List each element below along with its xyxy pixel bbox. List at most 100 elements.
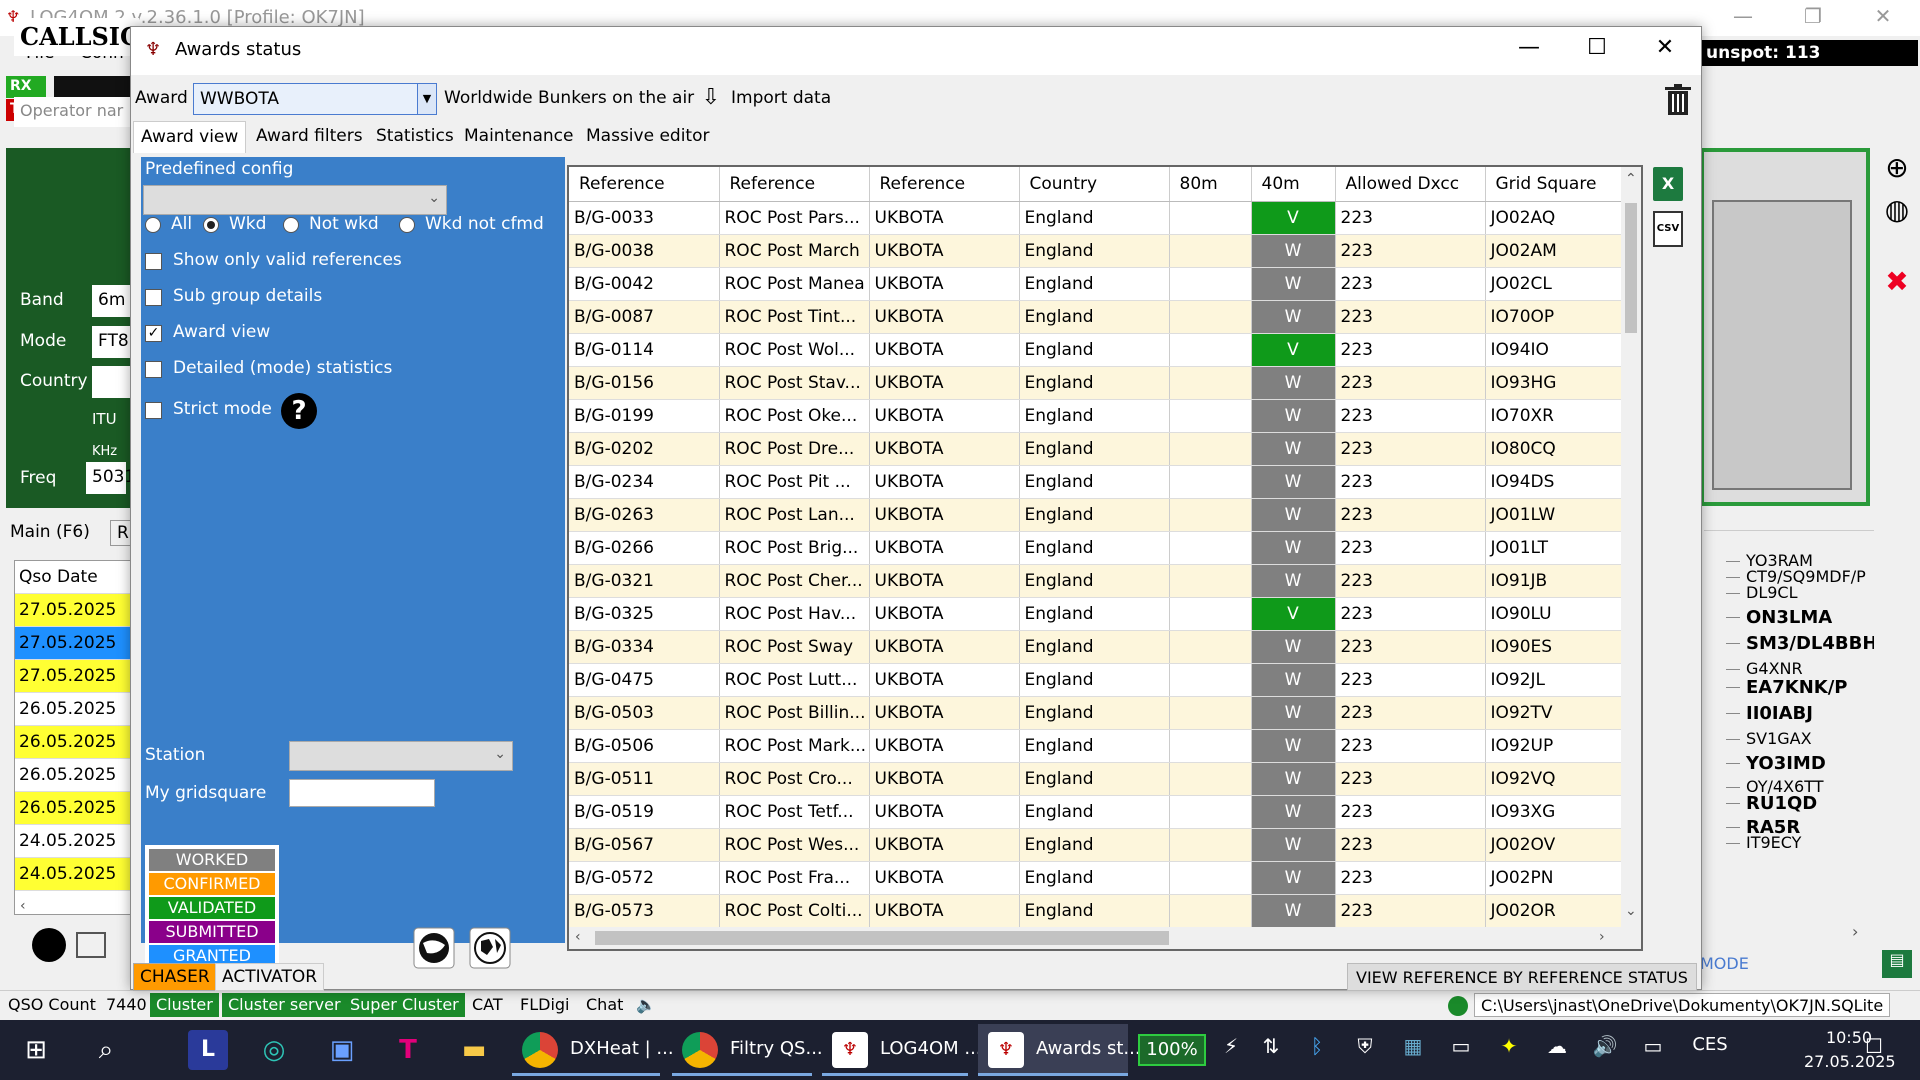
- status-cell-40m[interactable]: W: [1251, 300, 1336, 334]
- table-cell[interactable]: B/G-0033: [569, 201, 720, 235]
- dialog-close-icon[interactable]: ✕: [1645, 35, 1685, 60]
- calculator-icon[interactable]: ▤: [1882, 950, 1912, 978]
- qso-date-header[interactable]: Qso Date: [15, 561, 131, 594]
- globe-icon[interactable]: ◍: [1878, 191, 1916, 229]
- qso-row[interactable]: 26.05.2025: [15, 726, 131, 759]
- table-cell[interactable]: [1169, 498, 1252, 532]
- table-cell[interactable]: England: [1019, 531, 1170, 565]
- table-cell[interactable]: B/G-0511: [569, 762, 720, 796]
- table-cell[interactable]: England: [1019, 696, 1170, 730]
- table-cell[interactable]: IO91JB: [1485, 564, 1622, 598]
- table-cell[interactable]: England: [1019, 828, 1170, 862]
- launcher-l-icon[interactable]: L: [188, 1030, 228, 1070]
- stop-icon[interactable]: ✖: [1878, 263, 1916, 301]
- table-cell[interactable]: UKBOTA: [869, 399, 1020, 433]
- table-cell[interactable]: 223: [1335, 234, 1486, 268]
- table-cell[interactable]: UKBOTA: [869, 597, 1020, 631]
- table-cell[interactable]: 223: [1335, 597, 1486, 631]
- status-cell-40m[interactable]: W: [1251, 267, 1336, 301]
- table-cell[interactable]: England: [1019, 663, 1170, 697]
- table-cell[interactable]: [1169, 432, 1252, 466]
- table-cell[interactable]: IO94DS: [1485, 465, 1622, 499]
- table-cell[interactable]: B/G-0503: [569, 696, 720, 730]
- table-row[interactable]: B/G-0572 ROC Post Fra... UKBOTA England W 223…: [569, 861, 1622, 895]
- table-cell[interactable]: 223: [1335, 729, 1486, 763]
- map-icon[interactable]: [413, 927, 455, 969]
- table-cell[interactable]: England: [1019, 234, 1170, 268]
- table-row[interactable]: B/G-0202 ROC Post Dre... UKBOTA England W 223…: [569, 432, 1622, 466]
- table-cell[interactable]: UKBOTA: [869, 762, 1020, 796]
- table-cell[interactable]: UKBOTA: [869, 696, 1020, 730]
- table-cell[interactable]: 223: [1335, 630, 1486, 664]
- table-row[interactable]: B/G-0511 ROC Post Cro... UKBOTA England W 223…: [569, 762, 1622, 796]
- table-cell[interactable]: ROC Post Fra...: [719, 861, 870, 895]
- table-cell[interactable]: B/G-0573: [569, 894, 720, 928]
- tray-app-2-icon[interactable]: ✦: [1494, 1034, 1524, 1058]
- add-icon[interactable]: ⊕: [1878, 149, 1916, 187]
- operator-name-input[interactable]: Operator nar: [14, 97, 139, 127]
- table-cell[interactable]: 223: [1335, 795, 1486, 829]
- table-cell[interactable]: ROC Post Cro...: [719, 762, 870, 796]
- column-header[interactable]: Reference: [719, 167, 870, 202]
- table-cell[interactable]: 223: [1335, 696, 1486, 730]
- table-cell[interactable]: England: [1019, 432, 1170, 466]
- table-cell[interactable]: ROC Post Mark...: [719, 729, 870, 763]
- award-select[interactable]: WWBOTA: [193, 83, 437, 115]
- table-cell[interactable]: [1169, 465, 1252, 499]
- table-cell[interactable]: UKBOTA: [869, 663, 1020, 697]
- dx-spot-item[interactable]: RU1QD: [1746, 795, 1817, 813]
- status-cell-40m[interactable]: W: [1251, 465, 1336, 499]
- table-cell[interactable]: England: [1019, 564, 1170, 598]
- status-cell-40m[interactable]: W: [1251, 861, 1336, 895]
- dx-spot-item[interactable]: SV1GAX: [1746, 731, 1812, 747]
- dx-list-scroll-right-icon[interactable]: ›: [1852, 922, 1858, 941]
- onedrive-icon[interactable]: ☁: [1542, 1034, 1572, 1058]
- table-cell[interactable]: [1169, 234, 1252, 268]
- tab-activator[interactable]: ACTIVATOR: [215, 963, 325, 991]
- scroll-down-icon[interactable]: ⌄: [1625, 903, 1637, 919]
- power-plug-icon[interactable]: ⚡: [1216, 1034, 1246, 1058]
- taskbar-app-button[interactable]: ♆ LOG4OM ...: [822, 1024, 982, 1076]
- table-cell[interactable]: 223: [1335, 366, 1486, 400]
- table-cell[interactable]: [1169, 696, 1252, 730]
- tab-massive-editor[interactable]: Massive editor: [579, 121, 716, 153]
- tab-award-view[interactable]: Award view: [133, 121, 247, 153]
- table-cell[interactable]: [1169, 663, 1252, 697]
- table-row[interactable]: B/G-0519 ROC Post Tetf... UKBOTA England W 22…: [569, 795, 1622, 829]
- layout-grid-icon[interactable]: [76, 932, 106, 958]
- table-cell[interactable]: ROC Post Wes...: [719, 828, 870, 862]
- tray-app-icon[interactable]: ▦: [1398, 1034, 1428, 1058]
- table-cell[interactable]: 223: [1335, 432, 1486, 466]
- qso-row[interactable]: 27.05.2025: [15, 627, 131, 660]
- mode-select[interactable]: FT8: [92, 326, 132, 358]
- table-cell[interactable]: [1169, 267, 1252, 301]
- table-cell[interactable]: UKBOTA: [869, 267, 1020, 301]
- qso-row[interactable]: 27.05.2025: [15, 660, 131, 693]
- qso-row[interactable]: 24.05.2025: [15, 825, 131, 858]
- super-cluster-button[interactable]: Super Cluster: [344, 993, 465, 1017]
- status-cell-40m[interactable]: W: [1251, 630, 1336, 664]
- table-cell[interactable]: UKBOTA: [869, 432, 1020, 466]
- table-cell[interactable]: 223: [1335, 498, 1486, 532]
- table-cell[interactable]: UKBOTA: [869, 861, 1020, 895]
- column-header[interactable]: Reference: [869, 167, 1020, 202]
- table-cell[interactable]: England: [1019, 795, 1170, 829]
- status-cell-40m[interactable]: W: [1251, 564, 1336, 598]
- table-row[interactable]: B/G-0038 ROC Post March UKBOTA England W 223 J…: [569, 234, 1622, 268]
- telekom-icon[interactable]: T: [388, 1030, 428, 1070]
- status-cell-40m[interactable]: W: [1251, 663, 1336, 697]
- csv-export-icon[interactable]: CSV: [1653, 211, 1683, 247]
- taskbar-app-button[interactable]: DXHeat | ...: [512, 1024, 674, 1076]
- status-cell-40m[interactable]: W: [1251, 366, 1336, 400]
- tab-main[interactable]: Main (F6): [10, 522, 90, 542]
- table-cell[interactable]: UKBOTA: [869, 366, 1020, 400]
- status-cell-40m[interactable]: W: [1251, 531, 1336, 565]
- table-cell[interactable]: England: [1019, 366, 1170, 400]
- excel-export-icon[interactable]: X: [1653, 167, 1683, 201]
- tab-award-filters[interactable]: Award filters: [249, 121, 370, 153]
- battery-icon[interactable]: ▭: [1638, 1034, 1668, 1058]
- scroll-right-icon[interactable]: ›: [1599, 929, 1605, 945]
- column-header[interactable]: Grid Square: [1485, 167, 1622, 202]
- qso-row[interactable]: 26.05.2025: [15, 792, 131, 825]
- table-cell[interactable]: 223: [1335, 762, 1486, 796]
